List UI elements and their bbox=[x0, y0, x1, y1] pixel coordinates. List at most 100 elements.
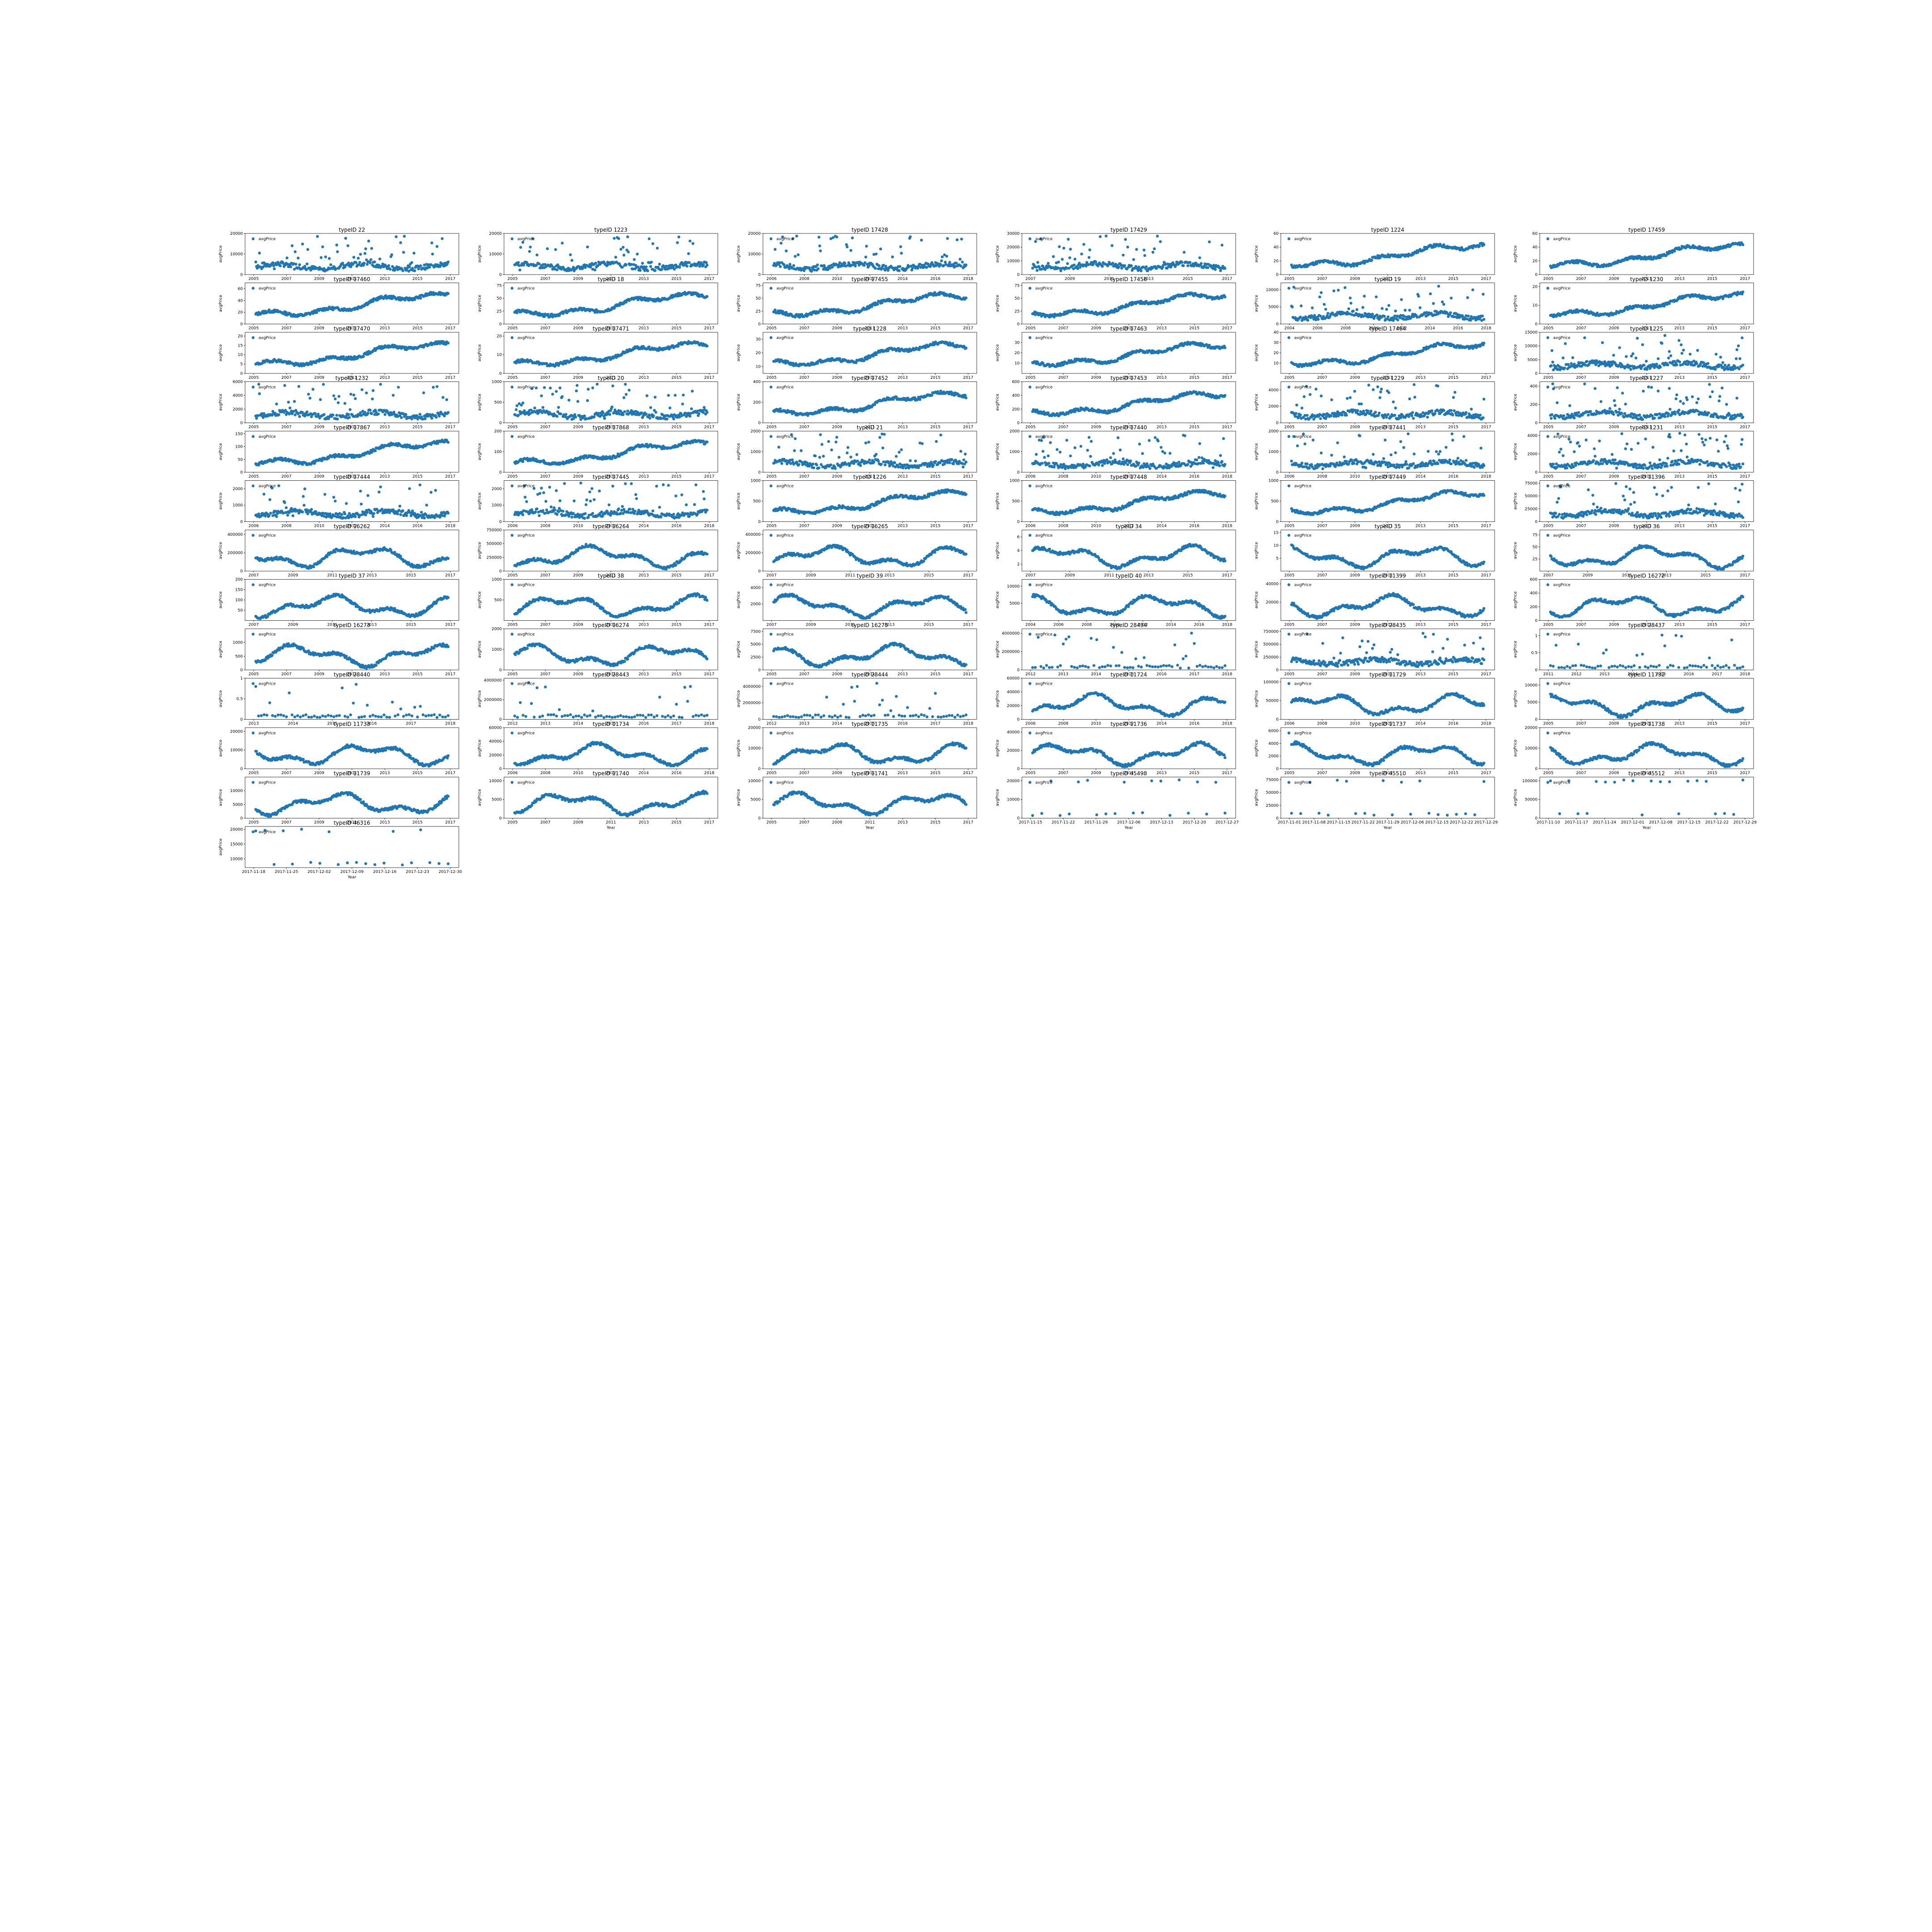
data-point bbox=[1073, 258, 1076, 261]
data-point bbox=[1551, 349, 1554, 352]
data-point bbox=[687, 252, 690, 255]
data-point bbox=[677, 235, 681, 238]
y-tick-label: 10000 bbox=[1266, 288, 1279, 292]
legend-label: avgPrice bbox=[1035, 237, 1053, 242]
data-point bbox=[328, 257, 331, 260]
data-point bbox=[1326, 312, 1330, 315]
data-point bbox=[1370, 258, 1373, 262]
legend-label: avgPrice bbox=[1553, 287, 1571, 291]
y-tick-label: 10 bbox=[238, 353, 243, 357]
x-tick-label: 2016 bbox=[1453, 326, 1463, 331]
data-point bbox=[780, 242, 783, 245]
subplot-title: typeID 1224 bbox=[1371, 227, 1404, 233]
x-tick-label: 2010 bbox=[832, 277, 842, 281]
x-tick-label: 2007 bbox=[1317, 376, 1327, 380]
legend-marker bbox=[251, 287, 255, 290]
y-tick-label: 40 bbox=[1533, 246, 1538, 250]
data-point bbox=[1319, 314, 1322, 318]
x-tick-label: 2013 bbox=[1674, 277, 1685, 281]
data-point bbox=[1551, 360, 1555, 364]
y-tick-label: 0 bbox=[499, 372, 502, 376]
data-point bbox=[1062, 246, 1065, 250]
data-point bbox=[298, 263, 301, 267]
legend-label: avgPrice bbox=[517, 336, 535, 340]
x-tick-label: 2017 bbox=[1740, 376, 1750, 380]
x-tick-label: 2009 bbox=[573, 277, 583, 281]
data-point bbox=[431, 252, 434, 256]
data-point bbox=[1151, 250, 1155, 254]
data-point bbox=[1052, 255, 1055, 258]
x-tick-label: 2017 bbox=[1222, 277, 1232, 281]
data-point bbox=[946, 237, 949, 240]
data-point bbox=[336, 250, 339, 253]
axes-frame bbox=[245, 283, 459, 324]
legend-marker bbox=[1028, 287, 1032, 290]
data-point bbox=[1058, 245, 1061, 248]
x-tick-label: 2007 bbox=[799, 326, 809, 331]
data-point bbox=[1061, 258, 1064, 261]
x-tick-label: 2004 bbox=[1284, 326, 1295, 331]
data-points bbox=[1031, 291, 1227, 319]
data-point bbox=[346, 244, 350, 247]
data-point bbox=[378, 257, 381, 261]
data-point bbox=[1180, 261, 1183, 264]
x-tick-label: 2005 bbox=[1543, 376, 1554, 380]
data-point bbox=[961, 260, 964, 264]
data-point bbox=[410, 261, 413, 264]
x-tick-label: 2018 bbox=[1481, 326, 1491, 331]
data-point bbox=[306, 248, 309, 251]
data-point bbox=[617, 237, 620, 240]
data-point bbox=[1352, 309, 1355, 313]
data-point bbox=[1137, 265, 1140, 269]
data-point bbox=[1291, 305, 1294, 309]
subplot: typeID 174290100002000030000avgPrice2007… bbox=[996, 227, 1236, 281]
subplot-title: typeID 17464 bbox=[1369, 326, 1406, 332]
x-tick-label: 2015 bbox=[1707, 277, 1717, 281]
legend-marker bbox=[1028, 237, 1032, 241]
legend-marker bbox=[510, 336, 514, 339]
data-point bbox=[779, 265, 782, 268]
subplot-title: typeID 17429 bbox=[1110, 227, 1147, 233]
y-tick-label: 60 bbox=[1533, 232, 1538, 236]
x-tick-label: 2006 bbox=[767, 277, 777, 281]
data-point bbox=[1343, 286, 1347, 289]
x-tick-label: 2017 bbox=[1740, 326, 1750, 331]
data-point bbox=[419, 264, 422, 267]
x-tick-label: 2015 bbox=[1707, 376, 1717, 380]
data-point bbox=[627, 250, 630, 254]
data-point bbox=[594, 262, 597, 265]
subplot: typeID 1747005101520avgPrice2005 2007 2009… bbox=[219, 326, 459, 380]
data-point bbox=[792, 264, 795, 267]
data-point bbox=[1371, 313, 1374, 316]
data-point bbox=[394, 235, 398, 238]
subplot: typeID 122301000020000avgPrice2005 2007 20… bbox=[478, 227, 718, 281]
data-point bbox=[619, 248, 623, 251]
x-tick-label: 2017 bbox=[1222, 376, 1232, 380]
data-point bbox=[1208, 240, 1211, 243]
data-point bbox=[688, 239, 692, 243]
y-tick-label: 0 bbox=[499, 273, 502, 277]
data-point bbox=[797, 253, 800, 256]
x-tick-label: 2009 bbox=[1609, 376, 1619, 380]
y-tick-label: 20 bbox=[1533, 285, 1538, 289]
data-point bbox=[387, 264, 390, 267]
data-point bbox=[1306, 318, 1309, 322]
y-tick-label: 20 bbox=[1015, 351, 1020, 356]
data-point bbox=[519, 246, 522, 249]
data-point bbox=[1482, 318, 1486, 321]
data-point bbox=[648, 237, 651, 241]
x-tick-label: 2015 bbox=[930, 326, 941, 331]
data-point bbox=[1088, 248, 1091, 251]
data-point bbox=[1363, 295, 1366, 298]
x-tick-label: 2015 bbox=[1448, 376, 1458, 380]
data-point bbox=[1123, 264, 1127, 267]
y-axis-label: avgPrice bbox=[1513, 344, 1518, 361]
y-axis-label: avgPrice bbox=[996, 295, 1000, 312]
y-tick-label: 0 bbox=[1276, 273, 1279, 277]
data-point bbox=[774, 248, 777, 251]
data-point bbox=[646, 269, 649, 272]
x-tick-label: 2009 bbox=[1065, 277, 1075, 281]
data-point bbox=[1122, 254, 1125, 257]
data-point bbox=[593, 268, 597, 271]
x-tick-label: 2017 bbox=[445, 376, 455, 380]
